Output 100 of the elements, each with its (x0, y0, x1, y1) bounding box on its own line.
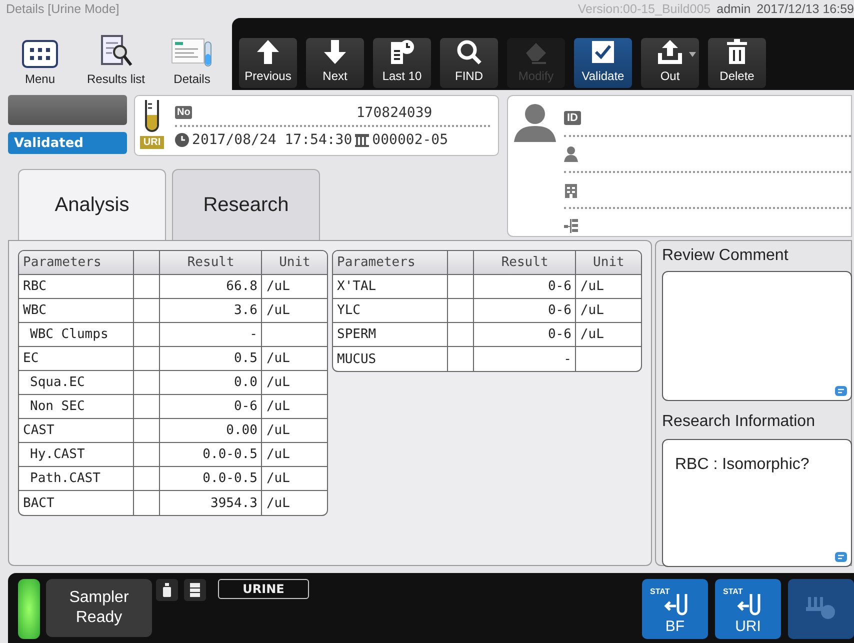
parameter-name: X'TAL (337, 279, 376, 294)
parameter-name: BACT (23, 496, 54, 510)
result-value: 0.0 (234, 375, 258, 390)
result-value: 0-6 (548, 279, 572, 294)
toolbar-button[interactable]: Delete (708, 38, 766, 88)
parameter-name: Hy.CAST (30, 447, 85, 462)
report-tube-icon (170, 36, 214, 68)
unit-text: /uL (266, 423, 290, 438)
parameter-name: YLC (337, 303, 360, 318)
unit-text: /uL (266, 471, 290, 486)
tab[interactable]: Analysis (18, 169, 166, 241)
rack-position: 000002-05 (372, 132, 448, 148)
sample-number: 170824039 (356, 104, 432, 120)
unit-text: /uL (266, 303, 290, 318)
down-arrow-icon (323, 39, 347, 65)
clipboard-search-icon (98, 34, 134, 68)
table-header-cell: Unit (576, 251, 641, 275)
nav-button[interactable]: Details (156, 24, 228, 86)
parameter-name: RBC (23, 279, 46, 294)
result-value: - (250, 327, 258, 342)
user-name: admin (716, 2, 751, 16)
search-icon (456, 39, 482, 65)
up-arrow-icon (256, 39, 280, 65)
document-clock-icon (389, 39, 415, 65)
table-header-cell: Parameters (333, 251, 448, 275)
clock-icon (175, 132, 190, 146)
table-header-cell: Result (160, 251, 262, 275)
research-note: RBC : Isomorphic? (675, 456, 810, 473)
date-time: 2017/12/13 16:59 (756, 2, 854, 16)
building-icon (564, 182, 578, 198)
sampler-button[interactable]: Sampler Ready (46, 579, 152, 637)
toolbar-button[interactable]: FIND (440, 38, 498, 88)
note-icon (835, 552, 847, 562)
research-information-field[interactable]: RBC : Isomorphic? (662, 439, 852, 567)
mode-label: URINE (218, 579, 309, 599)
unit-text: /uL (266, 351, 290, 366)
person-icon (564, 146, 578, 162)
cabinet-button[interactable] (184, 579, 206, 601)
window-title: Details [Urine Mode] (6, 2, 120, 16)
parameter-name: WBC Clumps (30, 327, 108, 342)
result-value: 0.0-0.5 (202, 471, 258, 486)
result-value: 0-6 (548, 303, 572, 318)
parameter-name: Squa.EC (30, 375, 85, 390)
toolbar-button[interactable]: Next (306, 38, 364, 88)
trash-icon (725, 39, 749, 65)
rack-tubes-icon (806, 595, 836, 619)
stat-label: URI (735, 618, 761, 635)
unit-text: /uL (580, 327, 604, 342)
toolbar-button[interactable]: Validate (574, 38, 632, 88)
stat-button[interactable]: STAT BF (642, 579, 708, 639)
test-tube-icon (143, 99, 162, 133)
result-value: 0.0-0.5 (202, 447, 258, 462)
checkbox-icon (590, 39, 616, 65)
sample-type-badge: URI (140, 136, 164, 149)
result-value: 0-6 (548, 327, 572, 342)
nav-button[interactable]: Menu (4, 24, 76, 86)
bottle-button[interactable] (156, 579, 178, 601)
tab[interactable]: Research (172, 169, 320, 241)
hierarchy-icon (564, 218, 578, 234)
sample-datetime: 2017/08/24 17:54:30 (192, 132, 352, 148)
parameter-name: Non SEC (30, 399, 85, 414)
result-value: 66.8 (226, 279, 258, 294)
parameter-name: Path.CAST (30, 471, 100, 486)
unit-text: /uL (580, 303, 604, 318)
menu-icon (22, 40, 58, 68)
unit-text: /uL (266, 496, 290, 510)
table-header-cell: Unit (262, 251, 327, 275)
unit-text: /uL (266, 399, 290, 414)
rack-icon (355, 132, 370, 146)
bottle-icon (162, 583, 172, 597)
toolbar-button[interactable]: Previous (239, 38, 297, 88)
note-icon (835, 386, 847, 396)
review-comment-field[interactable] (662, 271, 852, 401)
export-icon (657, 39, 683, 65)
result-value: 0.5 (234, 351, 258, 366)
status-badge: Validated (8, 132, 128, 154)
id-badge: ID (564, 111, 581, 125)
number-badge: No (175, 106, 192, 119)
result-value: 0.00 (226, 423, 258, 438)
toolbar-button[interactable]: Last 10 (373, 38, 431, 88)
parameter-name: SPERM (337, 327, 376, 342)
result-value: 3.6 (234, 303, 258, 318)
unit-text: /uL (266, 375, 290, 390)
unit-text: /uL (266, 279, 290, 294)
nav-button[interactable]: Results list (80, 24, 152, 86)
section-title: Research Information (662, 413, 816, 432)
parameter-name: CAST (23, 423, 54, 438)
stat-label: BF (665, 618, 685, 635)
stat-tag: STAT (650, 587, 670, 596)
version-text: Version:00-15_Build005 (578, 2, 711, 16)
person-avatar-icon (514, 102, 556, 142)
unit-text: /uL (580, 279, 604, 294)
section-title: Review Comment (662, 247, 790, 266)
cabinet-icon (190, 583, 200, 597)
parameter-name: MUCUS (337, 352, 376, 366)
stat-button[interactable]: STAT URI (715, 579, 781, 639)
parameter-name: WBC (23, 303, 46, 318)
unit-text: /uL (266, 447, 290, 462)
toolbar-button[interactable]: Out (641, 38, 699, 88)
table-header-cell: Parameters (19, 251, 134, 275)
